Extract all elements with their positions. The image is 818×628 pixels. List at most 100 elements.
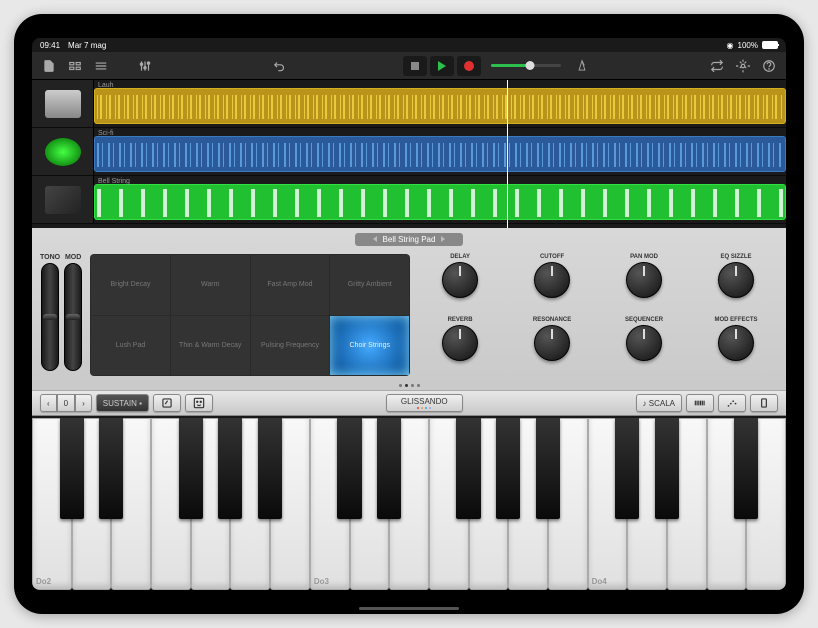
velocity-button[interactable] bbox=[153, 394, 181, 412]
track-row[interactable]: Sci-fi bbox=[32, 128, 786, 176]
knob-cutoff[interactable] bbox=[534, 262, 570, 298]
play-button[interactable] bbox=[430, 56, 454, 76]
status-bar: 09:41 Mar 7 mag ◉ 100% bbox=[32, 38, 786, 52]
mod-wheel-label: MOD bbox=[65, 254, 81, 261]
octave-up-button[interactable]: › bbox=[75, 394, 92, 412]
mod-wheel[interactable] bbox=[64, 263, 82, 371]
piano-keyboard: Do2 Do3 Do4 bbox=[32, 416, 786, 590]
black-key[interactable] bbox=[536, 418, 560, 519]
loop-button[interactable] bbox=[706, 56, 728, 76]
octave-controls: ‹ 0 › bbox=[40, 394, 92, 412]
black-key[interactable] bbox=[99, 418, 123, 519]
pitch-wheel-label: TONO bbox=[40, 254, 60, 261]
face-control-button[interactable] bbox=[185, 394, 213, 412]
knob-resonance[interactable] bbox=[534, 325, 570, 361]
knob-label: PAN MOD bbox=[630, 254, 658, 260]
track-name: Lauh bbox=[98, 82, 114, 89]
knob-label: RESONANCE bbox=[533, 317, 571, 323]
black-key[interactable] bbox=[337, 418, 361, 519]
black-key[interactable] bbox=[377, 418, 401, 519]
audio-clip[interactable] bbox=[94, 88, 786, 124]
knob-label: DELAY bbox=[450, 254, 470, 260]
black-key[interactable] bbox=[179, 418, 203, 519]
octave-label: Do4 bbox=[592, 577, 607, 586]
sound-pad[interactable]: Thin & Warm Decay bbox=[171, 316, 250, 376]
drum-machine-icon bbox=[45, 90, 81, 118]
status-time: 09:41 bbox=[40, 41, 60, 50]
knob-label: MOD EFFECTS bbox=[715, 317, 758, 323]
instrument-panel: Bell String Pad TONO MOD Bright DecayWar… bbox=[32, 228, 786, 590]
my-songs-button[interactable] bbox=[38, 56, 60, 76]
page-dots[interactable] bbox=[32, 380, 786, 390]
playhead[interactable] bbox=[507, 80, 508, 228]
keyboard-size-button[interactable] bbox=[750, 394, 778, 412]
sound-pad[interactable]: Warm bbox=[171, 255, 250, 315]
octave-down-button[interactable]: ‹ bbox=[40, 394, 57, 412]
keyboard-layout-button[interactable] bbox=[686, 394, 714, 412]
knob-area: DELAY CUTOFF PAN MOD EQ SIZZLE REVERB RESONAN… bbox=[418, 254, 778, 376]
knob-sequencer[interactable] bbox=[626, 325, 662, 361]
sound-pad[interactable]: Gritty Ambient bbox=[330, 255, 409, 315]
black-key[interactable] bbox=[734, 418, 758, 519]
mixer-button[interactable] bbox=[134, 56, 156, 76]
transport-controls bbox=[403, 56, 481, 76]
sound-pad[interactable]: Fast Amp Mod bbox=[251, 255, 330, 315]
track-header[interactable] bbox=[32, 176, 94, 223]
sound-pad[interactable]: Pulsing Frequency bbox=[251, 316, 330, 376]
scale-button[interactable]: ♪ SCALA bbox=[636, 394, 682, 412]
tracks-view-button[interactable] bbox=[90, 56, 112, 76]
main-toolbar bbox=[32, 52, 786, 80]
master-volume-slider[interactable] bbox=[491, 64, 561, 67]
track-row[interactable]: Bell String bbox=[32, 176, 786, 224]
knob-label: REVERB bbox=[448, 317, 473, 323]
settings-button[interactable] bbox=[732, 56, 754, 76]
knob-eq-sizzle[interactable] bbox=[718, 262, 754, 298]
octave-label: Do2 bbox=[36, 577, 51, 586]
screen: 09:41 Mar 7 mag ◉ 100% Lauh Sci-fi Bell … bbox=[32, 38, 786, 590]
sustain-button[interactable]: SUSTAIN ▪ bbox=[96, 394, 149, 412]
knob-label: EQ SIZZLE bbox=[721, 254, 752, 260]
record-button[interactable] bbox=[457, 56, 481, 76]
undo-button[interactable] bbox=[269, 56, 291, 76]
knob-pan-mod[interactable] bbox=[626, 262, 662, 298]
keyboard-icon bbox=[45, 186, 81, 214]
track-header[interactable] bbox=[32, 80, 94, 127]
stop-button[interactable] bbox=[403, 56, 427, 76]
track-row[interactable]: Lauh bbox=[32, 80, 786, 128]
knob-label: SEQUENCER bbox=[625, 317, 663, 323]
pitch-wheel[interactable] bbox=[41, 263, 59, 371]
knob-mod-effects[interactable] bbox=[718, 325, 754, 361]
wifi-icon: ◉ bbox=[727, 41, 734, 50]
black-key[interactable] bbox=[60, 418, 84, 519]
knob-label: CUTOFF bbox=[540, 254, 564, 260]
sound-pad[interactable]: Lush Pad bbox=[91, 316, 170, 376]
preset-selector[interactable]: Bell String Pad bbox=[355, 233, 464, 246]
sound-pad[interactable]: Choir Strings bbox=[330, 316, 409, 376]
black-key[interactable] bbox=[258, 418, 282, 519]
sound-pad[interactable]: Bright Decay bbox=[91, 255, 170, 315]
metronome-button[interactable] bbox=[571, 56, 593, 76]
glissando-button[interactable]: GLISSANDO bbox=[386, 394, 463, 412]
browser-button[interactable] bbox=[64, 56, 86, 76]
black-key[interactable] bbox=[496, 418, 520, 519]
octave-display: 0 bbox=[57, 394, 75, 412]
knob-reverb[interactable] bbox=[442, 325, 478, 361]
synth-icon bbox=[45, 138, 81, 166]
track-name: Sci-fi bbox=[98, 130, 114, 137]
black-key[interactable] bbox=[615, 418, 639, 519]
track-header[interactable] bbox=[32, 128, 94, 175]
octave-label: Do3 bbox=[314, 577, 329, 586]
battery-percent: 100% bbox=[738, 41, 758, 50]
black-key[interactable] bbox=[655, 418, 679, 519]
black-key[interactable] bbox=[456, 418, 480, 519]
arpeggiator-button[interactable] bbox=[718, 394, 746, 412]
knob-delay[interactable] bbox=[442, 262, 478, 298]
sound-pad-grid: Bright DecayWarmFast Amp ModGritty Ambie… bbox=[90, 254, 410, 376]
track-name: Bell String bbox=[98, 178, 130, 185]
black-key[interactable] bbox=[218, 418, 242, 519]
help-button[interactable] bbox=[758, 56, 780, 76]
keyboard-toolbar: ‹ 0 › SUSTAIN ▪ GLISSANDO ♪ SCALA bbox=[32, 390, 786, 416]
midi-clip[interactable] bbox=[94, 184, 786, 220]
audio-clip[interactable] bbox=[94, 136, 786, 172]
status-date: Mar 7 mag bbox=[68, 41, 106, 50]
